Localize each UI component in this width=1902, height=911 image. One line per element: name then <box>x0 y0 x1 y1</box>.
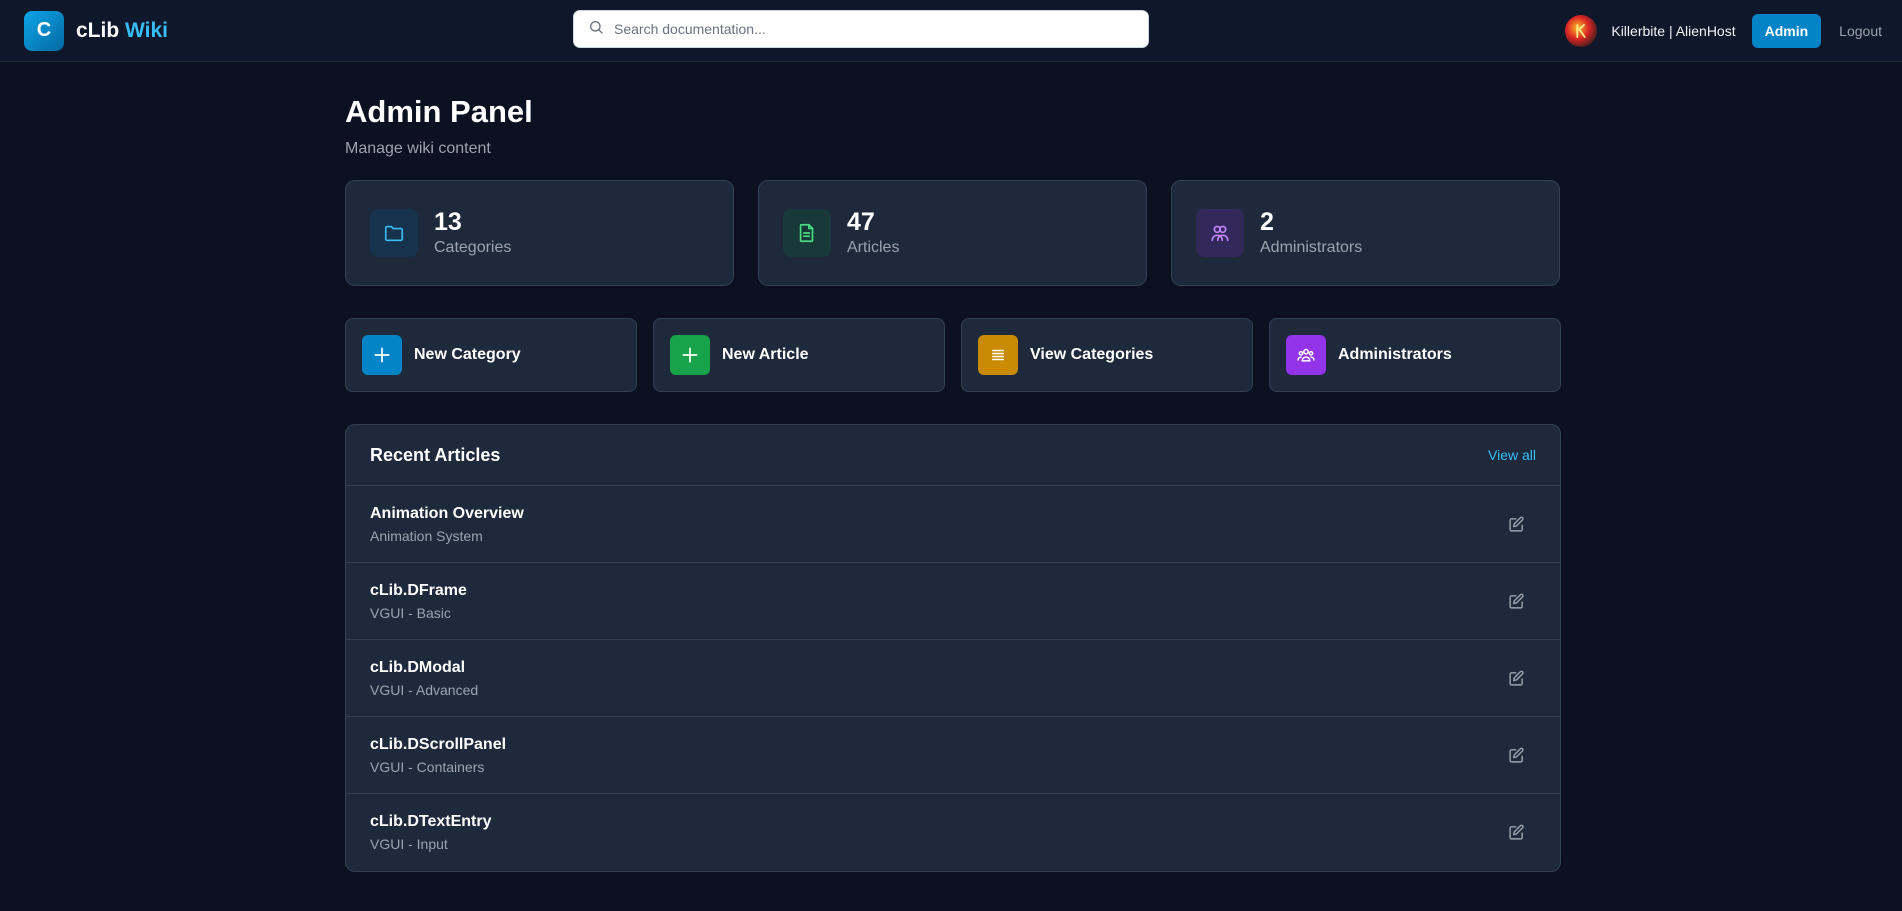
article-title[interactable]: cLib.DModal <box>370 659 478 677</box>
stat-label: Categories <box>434 238 512 256</box>
action-label: Administrators <box>1338 346 1452 363</box>
list-item[interactable]: cLib.DFrame VGUI - Basic <box>346 563 1560 640</box>
stat-value: 13 <box>434 208 462 237</box>
plus-icon <box>362 335 402 375</box>
edit-icon[interactable] <box>1502 819 1530 847</box>
users-icon <box>1196 209 1244 257</box>
page-subtitle: Manage wiki content <box>345 140 491 157</box>
action-label: New Category <box>414 346 521 363</box>
new-article-button[interactable]: New Article <box>653 318 945 392</box>
stat-card-categories: 13 Categories <box>345 180 734 286</box>
edit-icon[interactable] <box>1502 510 1530 538</box>
article-category: VGUI - Containers <box>370 758 485 775</box>
admin-button[interactable]: Admin <box>1751 14 1822 48</box>
recent-articles-title: Recent Articles <box>370 444 501 465</box>
article-title[interactable]: cLib.DTextEntry <box>370 813 492 831</box>
brand-name-primary: cLib <box>76 18 120 42</box>
logo-icon: C <box>24 10 64 51</box>
stat-value: 47 <box>847 208 875 237</box>
recent-articles-panel: Recent Articles View all Animation Overv… <box>345 424 1561 872</box>
edit-icon[interactable] <box>1502 587 1530 615</box>
stat-card-articles: 47 Articles <box>758 180 1147 286</box>
article-category: VGUI - Advanced <box>370 681 479 698</box>
main-content: Admin Panel Manage wiki content 13 Categ… <box>345 62 1561 872</box>
list-item[interactable]: cLib.DTextEntry VGUI - Input <box>346 794 1560 871</box>
list-icon <box>978 335 1018 375</box>
edit-icon[interactable] <box>1502 664 1530 692</box>
search-icon <box>588 19 604 40</box>
page-title: Admin Panel <box>345 94 533 129</box>
new-category-button[interactable]: New Category <box>345 318 637 392</box>
search-box[interactable] <box>573 10 1149 48</box>
plus-icon <box>670 335 710 375</box>
stat-value: 2 <box>1260 208 1274 237</box>
list-item[interactable]: cLib.DScrollPanel VGUI - Containers <box>346 717 1560 794</box>
logout-link[interactable]: Logout <box>1839 23 1882 39</box>
folder-icon <box>370 209 418 257</box>
article-category: VGUI - Basic <box>370 604 451 621</box>
administrators-button[interactable]: Administrators <box>1269 318 1561 392</box>
recent-articles-header: Recent Articles View all <box>346 425 1560 486</box>
users-group-icon <box>1286 335 1326 375</box>
article-title[interactable]: Animation Overview <box>370 505 524 523</box>
list-item[interactable]: Animation Overview Animation System <box>346 486 1560 563</box>
action-label: View Categories <box>1030 346 1154 363</box>
stat-card-administrators: 2 Administrators <box>1171 180 1560 286</box>
article-title[interactable]: cLib.DScrollPanel <box>370 736 506 754</box>
brand-link[interactable]: C cLib Wiki <box>24 10 168 51</box>
brand-name: cLib Wiki <box>76 19 168 43</box>
document-icon <box>783 209 831 257</box>
list-item[interactable]: cLib.DModal VGUI - Advanced <box>346 640 1560 717</box>
top-navbar: C cLib Wiki Killerbite | AlienHost Admin… <box>0 0 1902 62</box>
article-category: Animation System <box>370 527 483 544</box>
brand-name-accent: Wiki <box>125 18 168 42</box>
view-categories-button[interactable]: View Categories <box>961 318 1253 392</box>
quick-actions: New Category New Article View Categories… <box>345 318 1561 392</box>
action-label: New Article <box>722 346 809 363</box>
article-title[interactable]: cLib.DFrame <box>370 582 467 600</box>
user-avatar[interactable] <box>1565 15 1598 47</box>
stats-row: 13 Categories 47 Articles 2 Administrato… <box>345 180 1561 286</box>
stat-label: Articles <box>847 238 900 256</box>
stat-label: Administrators <box>1260 238 1363 256</box>
username-label[interactable]: Killerbite | AlienHost <box>1611 23 1735 39</box>
article-category: VGUI - Input <box>370 836 448 852</box>
user-nav: Killerbite | AlienHost Admin Logout <box>1565 0 1882 62</box>
view-all-link[interactable]: View all <box>1488 447 1536 463</box>
search-input[interactable] <box>614 21 1134 37</box>
edit-icon[interactable] <box>1502 741 1530 769</box>
